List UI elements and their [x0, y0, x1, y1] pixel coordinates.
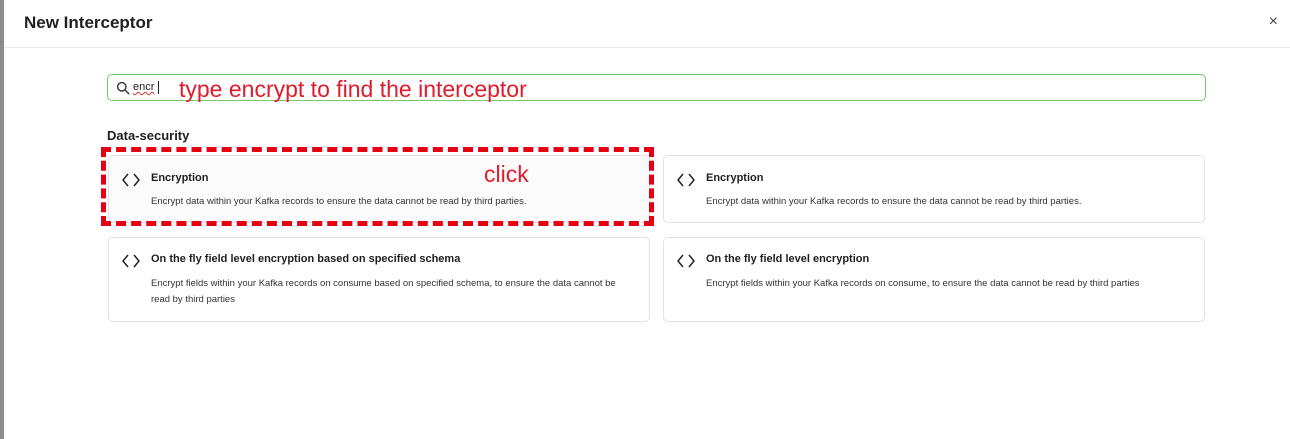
annotation-click-hint: click: [484, 161, 529, 187]
card-title: Encryption: [706, 172, 764, 184]
card-title: On the fly field level encryption based …: [151, 253, 461, 265]
interceptor-card-encryption-2[interactable]: Encryption Encrypt data within your Kafk…: [663, 155, 1205, 223]
interceptor-card-field-encryption[interactable]: On the fly field level encryption Encryp…: [663, 237, 1205, 322]
dialog-header: New Interceptor ×: [4, 0, 1290, 48]
dialog-title: New Interceptor: [24, 13, 153, 32]
close-icon[interactable]: ×: [1269, 13, 1278, 31]
code-brackets-icon: [122, 254, 140, 268]
code-brackets-icon: [122, 173, 140, 187]
card-title: Encryption: [151, 172, 209, 184]
background-window-edge: [0, 0, 4, 439]
card-title: On the fly field level encryption: [706, 253, 870, 265]
code-brackets-icon: [677, 173, 695, 187]
text-caret: [158, 81, 159, 94]
code-brackets-icon: [677, 254, 695, 268]
interceptor-card-field-encryption-schema[interactable]: On the fly field level encryption based …: [108, 237, 650, 322]
card-description: Encrypt data within your Kafka records t…: [151, 196, 527, 207]
section-title: Data-security: [107, 128, 190, 143]
interceptor-card-encryption-1[interactable]: Encryption Encrypt data within your Kafk…: [108, 155, 650, 223]
search-icon: [116, 81, 130, 95]
card-description: Encrypt fields within your Kafka records…: [151, 278, 616, 305]
card-description: Encrypt fields within your Kafka records…: [706, 278, 1140, 289]
annotation-search-hint: type encrypt to find the interceptor: [179, 76, 527, 102]
card-description: Encrypt data within your Kafka records t…: [706, 196, 1082, 207]
search-value: encr: [133, 81, 155, 93]
